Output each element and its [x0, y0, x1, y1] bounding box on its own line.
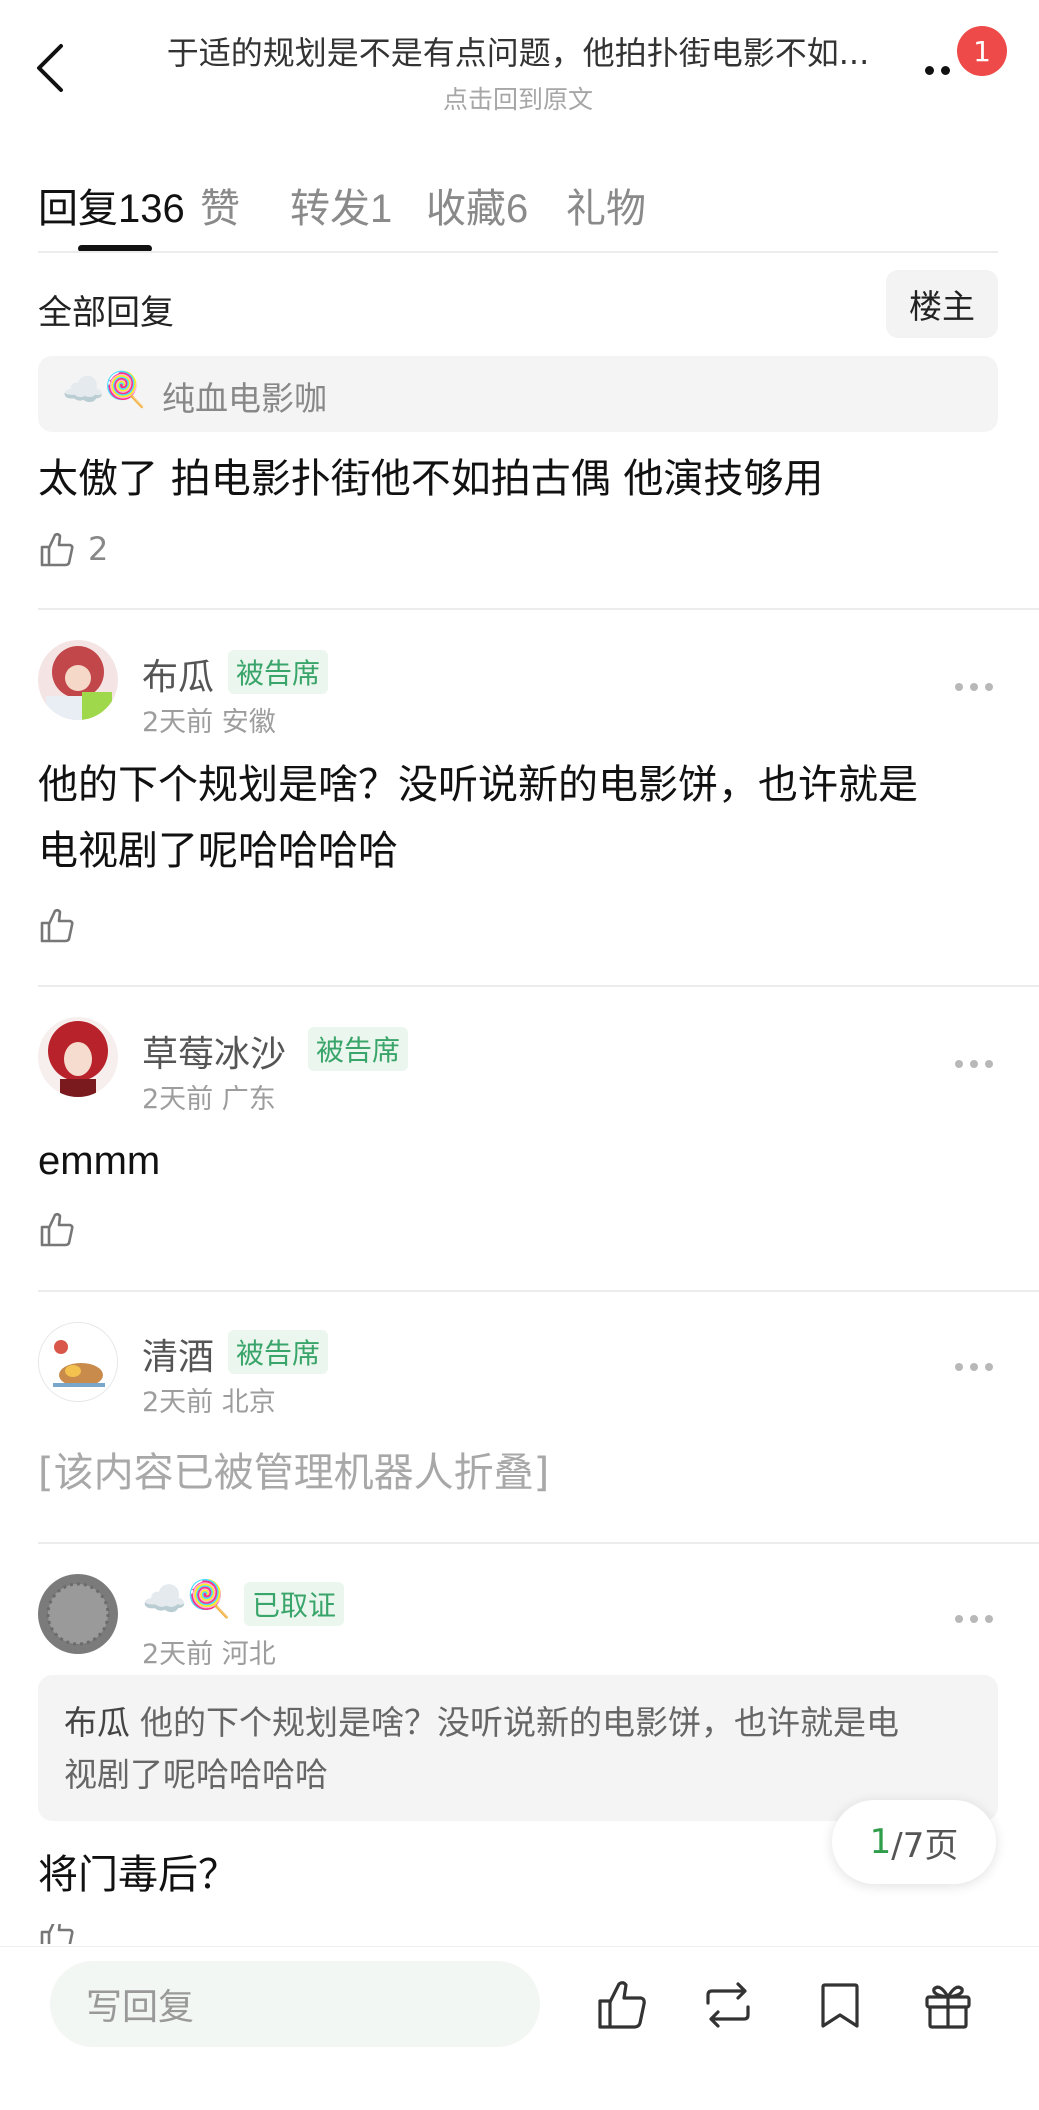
divider: [38, 251, 998, 253]
more-icon[interactable]: [955, 680, 995, 694]
tab-gifts[interactable]: 礼物: [566, 176, 646, 234]
repost-icon: [706, 1982, 750, 2028]
tab-favorites[interactable]: 收藏6: [426, 176, 528, 234]
comment-meta: 2天前 河北: [142, 1639, 276, 1670]
gift-button[interactable]: [920, 1977, 976, 2033]
quoted-text-line2: 视剧了呢哈哈哈哈: [64, 1755, 328, 1794]
avatar[interactable]: [38, 1017, 118, 1097]
back-to-post-link[interactable]: 点击回到原文: [118, 80, 918, 116]
tab-bar: 回复136 赞 转发1 收藏6 礼物: [38, 170, 998, 256]
like-button[interactable]: [38, 906, 76, 944]
reply-text: 太傲了 拍电影扑街他不如拍古偶 他演技够用: [38, 456, 824, 502]
username[interactable]: 草莓冰沙: [142, 1025, 286, 1077]
avatar[interactable]: [38, 1322, 118, 1402]
username[interactable]: 布瓜: [142, 648, 214, 700]
post-title[interactable]: 于适的规划是不是有点问题，他拍扑街电影不如...: [118, 28, 918, 74]
tab-likes[interactable]: 赞: [200, 176, 240, 234]
comment-meta: 2天前 安徽: [142, 707, 276, 738]
like-button[interactable]: [38, 1924, 76, 1944]
more-icon[interactable]: [955, 1057, 995, 1071]
quoted-user-bar[interactable]: ☁️🍭 纯血电影咖: [38, 356, 998, 432]
favorite-button[interactable]: [812, 1977, 868, 2033]
notification-badge[interactable]: 1: [957, 26, 1007, 76]
avatar-image: [38, 1017, 118, 1097]
like-count: 2: [88, 530, 109, 568]
repost-button[interactable]: [700, 1977, 756, 2033]
bookmark-icon: [821, 1983, 859, 2028]
op-only-button[interactable]: 楼主: [886, 270, 998, 338]
thumbs-up-icon: [40, 1212, 74, 1247]
tab-reposts[interactable]: 转发1: [290, 176, 392, 234]
current-page: 1: [869, 1822, 892, 1862]
tab-replies[interactable]: 回复136: [38, 176, 185, 234]
thumbs-up-icon: [40, 908, 74, 943]
avatar[interactable]: [38, 640, 118, 720]
user-tag: 已取证: [244, 1582, 345, 1626]
avatar-image: [38, 640, 118, 720]
post-title-area[interactable]: 于适的规划是不是有点问题，他拍扑街电影不如... 点击回到原文: [118, 28, 918, 116]
comment-meta: 2天前 北京: [142, 1387, 276, 1418]
total-pages: /7页: [891, 1825, 959, 1866]
divider: [38, 1542, 1039, 1544]
thumbs-up-icon: [40, 532, 74, 567]
gift-icon: [925, 1985, 971, 2029]
thumbs-up-icon: [598, 1981, 646, 2029]
like-button[interactable]: 2: [38, 530, 108, 568]
like-button[interactable]: [38, 1210, 76, 1248]
username[interactable]: ☁️🍭: [142, 1578, 232, 1620]
user-tag: 被告席: [228, 1330, 329, 1374]
quoted-username: 布瓜: [64, 1703, 130, 1742]
quoted-text-line1: 他的下个规划是啥？没听说新的电影饼，也许就是电: [140, 1703, 899, 1742]
bottom-action-bar: 写回复: [0, 1946, 1039, 2110]
folded-content-notice[interactable]: [该内容已被管理机器人折叠]: [38, 1440, 549, 1498]
quoted-user-name: 纯血电影咖: [162, 379, 327, 418]
write-reply-input[interactable]: 写回复: [50, 1961, 540, 2047]
thumbs-up-icon: [40, 1924, 74, 1944]
more-icon[interactable]: [955, 1612, 995, 1626]
divider: [38, 608, 1039, 610]
back-button[interactable]: [28, 40, 72, 96]
top-bar: 于适的规划是不是有点问题，他拍扑街电影不如... 点击回到原文 1: [0, 0, 1039, 130]
chevron-left-icon: [37, 44, 63, 92]
comment-text: emmm: [38, 1139, 161, 1183]
avatar-image: [38, 1574, 118, 1654]
like-post-button[interactable]: [594, 1977, 650, 2033]
comment-text: 他的下个规划是啥？没听说新的电影饼，也许就是 电视剧了呢哈哈哈哈: [38, 762, 918, 874]
comment-meta: 2天前 广东: [142, 1084, 276, 1115]
divider: [38, 1290, 1039, 1292]
quoted-comment[interactable]: 布瓜 他的下个规划是啥？没听说新的电影饼，也许就是电 视剧了呢哈哈哈哈: [38, 1675, 998, 1821]
avatar[interactable]: [38, 1574, 118, 1654]
username[interactable]: 清酒: [142, 1328, 214, 1380]
user-tag: 被告席: [308, 1027, 409, 1071]
page-indicator[interactable]: 1/7页: [832, 1800, 996, 1884]
more-icon[interactable]: [955, 1360, 995, 1374]
divider: [38, 985, 1039, 987]
all-replies-label: 全部回复: [38, 293, 174, 333]
quoted-user-emoji: ☁️🍭: [62, 370, 147, 410]
user-tag: 被告席: [228, 650, 329, 694]
avatar-image: [39, 1323, 117, 1401]
